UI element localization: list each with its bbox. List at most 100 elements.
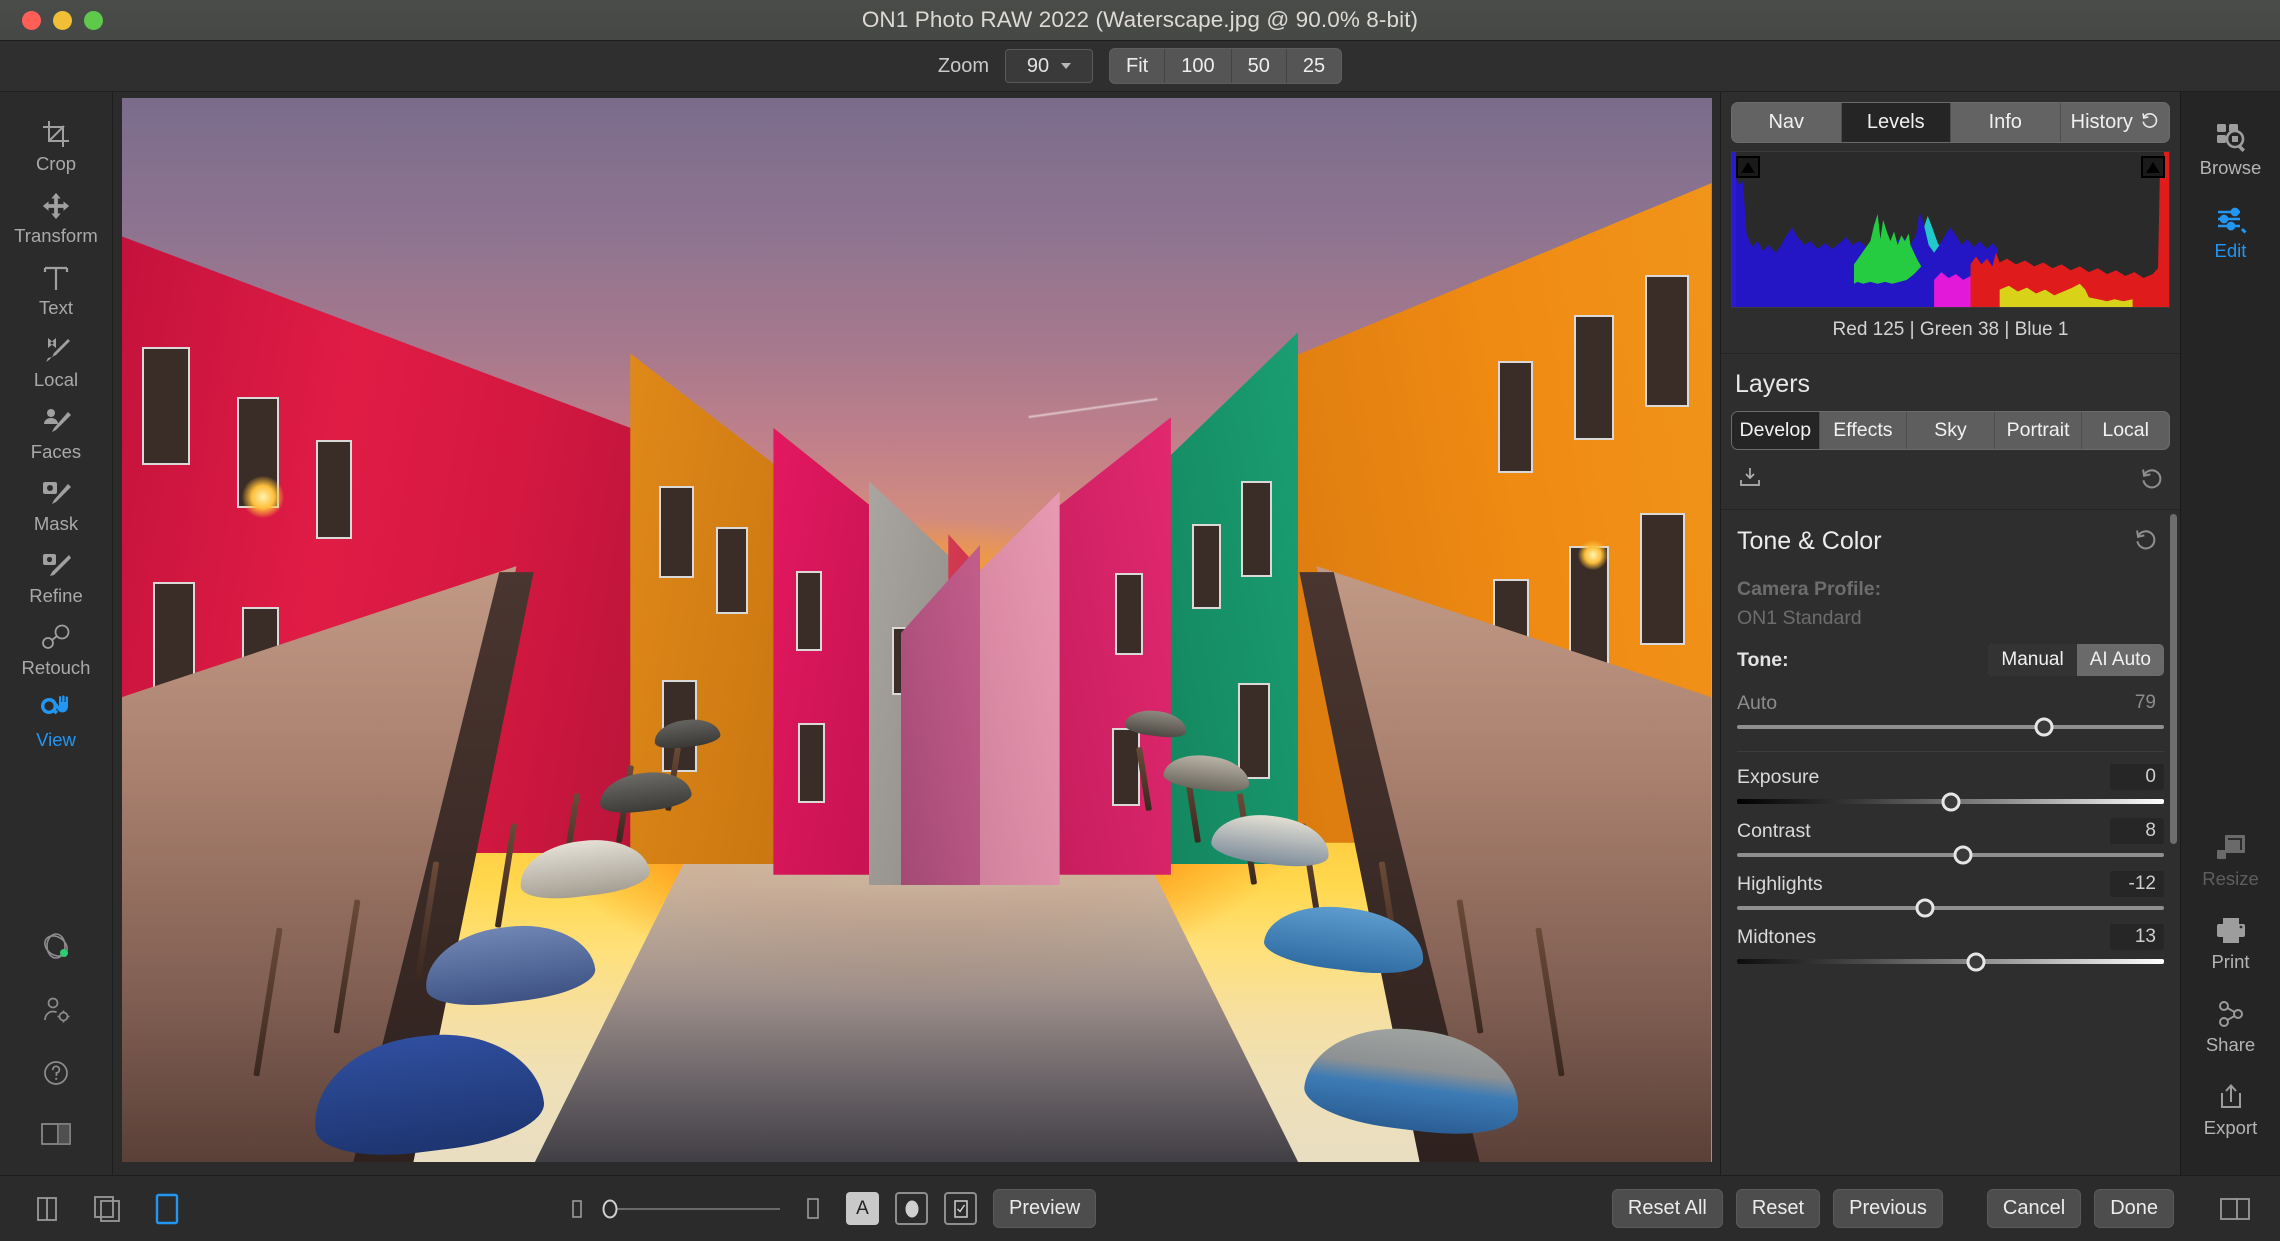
sidebar-item-faces[interactable]: Faces <box>0 398 112 470</box>
panel-scrollbar[interactable] <box>2170 514 2177 844</box>
slider-track-contrast[interactable] <box>1737 853 2164 857</box>
reset-button[interactable]: Reset <box>1736 1189 1820 1228</box>
shadow-clipping-toggle[interactable] <box>1736 156 1760 178</box>
zoom-preset-50[interactable]: 50 <box>1232 49 1287 83</box>
tab-nav[interactable]: Nav <box>1732 103 1842 142</box>
tab-develop[interactable]: Develop <box>1732 412 1820 449</box>
slider-exposure[interactable]: Exposure 0 <box>1721 758 2180 812</box>
sidebar-item-view[interactable]: View <box>0 686 112 758</box>
close-button[interactable] <box>22 11 41 30</box>
slider-value-auto[interactable]: 79 <box>2110 690 2164 716</box>
sidebar-item-local[interactable]: Local <box>0 326 112 398</box>
tone-mode-manual[interactable]: Manual <box>1988 644 2076 676</box>
tab-local[interactable]: Local <box>2082 412 2169 449</box>
cancel-button[interactable]: Cancel <box>1987 1189 2081 1228</box>
user-settings-button[interactable] <box>40 981 72 1044</box>
thumbnail-small-icon[interactable] <box>560 1192 594 1226</box>
slider-track-highlights[interactable] <box>1737 906 2164 910</box>
slider-value-highlights[interactable]: -12 <box>2110 871 2164 897</box>
slider-track-exposure[interactable] <box>1737 799 2164 804</box>
photo-waterscape[interactable] <box>122 98 1712 1162</box>
rail-item-print[interactable]: Print <box>2181 902 2280 985</box>
zoom-label: Zoom <box>938 55 989 78</box>
sidebar-item-transform[interactable]: Transform <box>0 182 112 254</box>
slider-auto[interactable]: Auto 79 <box>1721 684 2180 737</box>
tab-info[interactable]: Info <box>1951 103 2061 142</box>
slider-value-exposure[interactable]: 0 <box>2110 764 2164 790</box>
refine-icon <box>40 549 72 583</box>
reset-arrow-icon[interactable] <box>2133 526 2158 556</box>
thumbnail-size-slider[interactable] <box>610 1208 780 1210</box>
previous-button[interactable]: Previous <box>1833 1189 1943 1228</box>
rail-label-resize: Resize <box>2202 868 2259 890</box>
slider-knob-exposure[interactable] <box>1941 792 1960 811</box>
done-button[interactable]: Done <box>2094 1189 2174 1228</box>
slider-knob-highlights[interactable] <box>1915 899 1934 918</box>
help-icon <box>40 1057 72 1094</box>
zoom-select[interactable]: 90 <box>1005 49 1093 83</box>
import-preset-icon[interactable] <box>1737 464 1763 495</box>
module-rail: Browse Edit <box>2180 92 2280 1175</box>
slider-knob-contrast[interactable] <box>1954 846 1973 865</box>
sidebar-item-mask[interactable]: Mask <box>0 470 112 542</box>
export-icon <box>2216 1080 2246 1114</box>
histogram[interactable] <box>1731 151 2170 308</box>
compare-stack-icon[interactable] <box>90 1192 124 1226</box>
preview-button[interactable]: Preview <box>993 1189 1096 1228</box>
rail-item-resize[interactable]: Resize <box>2181 819 2280 902</box>
zoom-preset-25[interactable]: 25 <box>1287 49 1341 83</box>
left-panel-toggle-button[interactable] <box>39 1107 73 1175</box>
tab-portrait[interactable]: Portrait <box>1995 412 2083 449</box>
compare-split-icon[interactable] <box>30 1192 64 1226</box>
slider-highlights[interactable]: Highlights -12 <box>1721 865 2180 918</box>
tab-effects[interactable]: Effects <box>1820 412 1908 449</box>
color-space-button[interactable] <box>39 916 73 981</box>
slider-knob-auto[interactable] <box>2035 718 2054 737</box>
slider-knob-midtones[interactable] <box>1967 952 1986 971</box>
rail-label-browse: Browse <box>2200 157 2262 179</box>
slider-track-midtones[interactable] <box>1737 959 2164 964</box>
maximize-button[interactable] <box>84 11 103 30</box>
tone-color-scroll-area[interactable]: Tone & Color Camera Profile: ON1 Standar… <box>1721 510 2180 1175</box>
reset-all-button[interactable]: Reset All <box>1612 1189 1723 1228</box>
sidebar-item-refine[interactable]: Refine <box>0 542 112 614</box>
chevron-down-icon <box>1061 63 1071 69</box>
preset-bar <box>1721 450 2180 510</box>
main-body: Crop Transform Text <box>0 92 2280 1175</box>
panel-toggle-icon[interactable] <box>2218 1192 2252 1226</box>
reset-arrow-icon[interactable] <box>2139 465 2164 495</box>
mask-overlay-icon[interactable] <box>895 1192 928 1225</box>
single-view-icon[interactable] <box>150 1192 184 1226</box>
sidebar-item-text[interactable]: Text <box>0 254 112 326</box>
local-brush-icon <box>40 333 72 367</box>
rail-item-edit[interactable]: Edit <box>2181 191 2280 274</box>
color-space-icon <box>39 929 73 968</box>
text-overlay-icon[interactable]: A <box>846 1192 879 1225</box>
tab-history[interactable]: History <box>2061 103 2170 142</box>
minimize-button[interactable] <box>53 11 72 30</box>
help-button[interactable] <box>40 1044 72 1107</box>
slider-label-midtones: Midtones <box>1737 926 1816 949</box>
tab-levels[interactable]: Levels <box>1842 103 1952 142</box>
highlight-clipping-toggle[interactable] <box>2141 156 2165 178</box>
zoom-value: 90 <box>1027 55 1049 78</box>
slider-value-midtones[interactable]: 13 <box>2110 924 2164 950</box>
sidebar-item-crop[interactable]: Crop <box>0 110 112 182</box>
tab-sky[interactable]: Sky <box>1907 412 1995 449</box>
sidebar-item-retouch[interactable]: Retouch <box>0 614 112 686</box>
tone-mode-ai-auto[interactable]: AI Auto <box>2077 644 2164 676</box>
slider-value-contrast[interactable]: 8 <box>2110 818 2164 844</box>
zoom-preset-100[interactable]: 100 <box>1165 49 1231 83</box>
thumbnail-size-knob[interactable] <box>603 1199 618 1218</box>
rail-item-share[interactable]: Share <box>2181 985 2280 1068</box>
zoom-preset-fit[interactable]: Fit <box>1110 49 1165 83</box>
soft-proof-icon[interactable] <box>944 1192 977 1225</box>
camera-profile-value[interactable]: ON1 Standard <box>1721 603 2180 642</box>
slider-midtones[interactable]: Midtones 13 <box>1721 918 2180 972</box>
slider-contrast[interactable]: Contrast 8 <box>1721 812 2180 865</box>
thumbnail-large-icon[interactable] <box>796 1192 830 1226</box>
rail-item-export[interactable]: Export <box>2181 1068 2280 1151</box>
rail-item-browse[interactable]: Browse <box>2181 108 2280 191</box>
slider-track-auto[interactable] <box>1737 725 2164 729</box>
image-canvas-area[interactable] <box>113 92 1720 1175</box>
